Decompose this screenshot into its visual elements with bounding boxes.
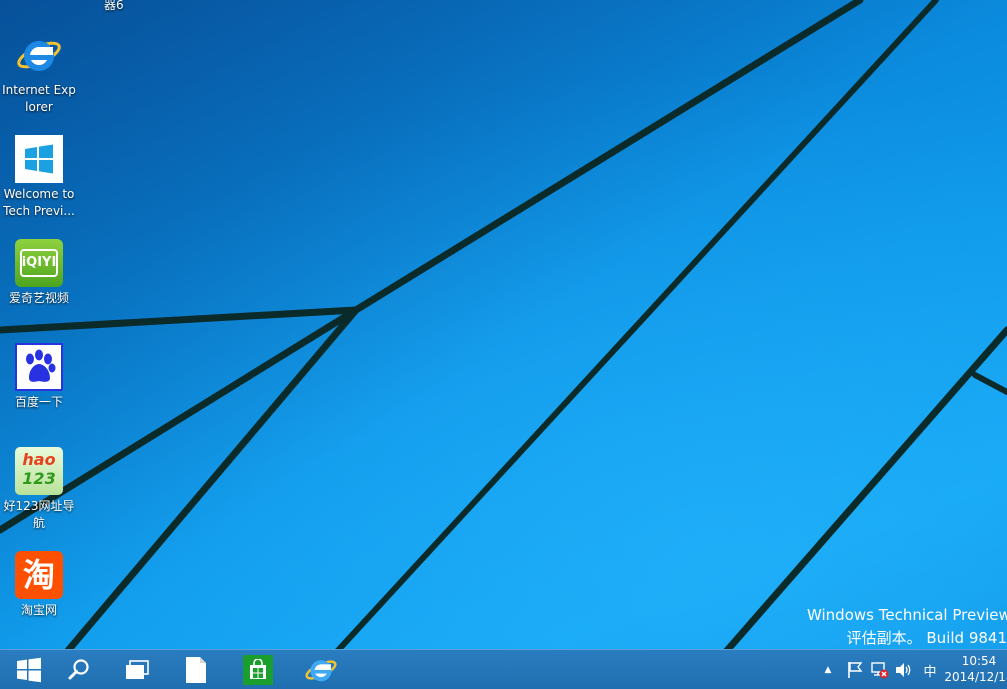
iqiyi-icon: iQIYI — [15, 239, 63, 287]
clock-date: 2014/12/18 — [944, 670, 1007, 684]
search-icon — [68, 658, 89, 679]
network-disconnected-icon[interactable] — [870, 660, 890, 680]
clock-time: 10:54 — [961, 654, 997, 668]
desktop-icon-welcome-tech-preview[interactable]: Welcome to Tech Previ... — [0, 135, 78, 220]
hao123-glyph-top: hao — [22, 450, 56, 469]
desktop-icon-taobao[interactable]: 淘 淘宝网 — [0, 551, 78, 619]
desktop-icon-label: 百度一下 — [14, 395, 63, 409]
taskbar[interactable]: ▲ 中 10:54 2014/12/18 — [0, 649, 1007, 689]
iqiyi-glyph-text: iQIYI — [21, 255, 57, 270]
file-icon — [186, 656, 206, 683]
watermark-line-2: 评估副本。 Build 9841 — [846, 629, 1007, 647]
windows-logo-icon — [17, 657, 41, 682]
hao123-glyph-bottom: 123 — [22, 469, 56, 488]
hao123-icon: hao 123 — [15, 447, 63, 495]
watermark-line-1: Windows Technical Preview — [807, 606, 1007, 624]
search-button[interactable] — [50, 650, 108, 689]
store-icon — [243, 654, 273, 685]
taobao-glyph-text: 淘 — [22, 556, 55, 594]
desktop-icon-hao123[interactable]: hao 123 好123网址导航 — [0, 447, 78, 532]
clock[interactable]: 10:54 2014/12/18 — [944, 653, 1007, 685]
task-view-button[interactable] — [108, 650, 166, 689]
ie-taskbar-button[interactable] — [292, 650, 350, 689]
desktop-icon-label: Welcome to Tech Previ... — [3, 187, 75, 218]
wallpaper-shade — [0, 0, 1007, 689]
desktop-icon-internet-explorer[interactable]: Internet Explorer — [0, 31, 78, 116]
desktop-icon-label: 爱奇艺视频 — [8, 291, 69, 305]
volume-icon[interactable] — [894, 660, 914, 680]
baidu-paw-icon — [15, 343, 63, 391]
desktop-icon-label-cut: 器6 — [104, 0, 124, 12]
windows-logo-icon — [15, 135, 63, 183]
input-method-indicator[interactable]: 中 — [920, 660, 940, 680]
internet-explorer-icon — [15, 31, 63, 79]
desktop[interactable]: 器6 Internet Explorer Welcome to Tech Pre… — [0, 0, 1007, 689]
desktop-icon-label: 好123网址导航 — [3, 499, 75, 530]
store-button[interactable] — [229, 650, 287, 689]
taobao-icon: 淘 — [15, 551, 63, 599]
wallpaper — [0, 0, 1007, 689]
desktop-icon-iqiyi[interactable]: iQIYI 爱奇艺视频 — [0, 239, 78, 307]
show-hidden-icons-button[interactable]: ▲ — [818, 660, 838, 680]
desktop-icon-label: Internet Explorer — [2, 83, 76, 114]
task-view-icon — [126, 659, 149, 679]
desktop-icon-baidu[interactable]: 百度一下 — [0, 343, 78, 411]
build-watermark: Windows Technical Preview 评估副本。 Build 98… — [807, 604, 1007, 650]
internet-explorer-icon — [305, 659, 337, 681]
desktop-icon-label: 淘宝网 — [20, 603, 57, 617]
action-center-flag-icon[interactable] — [845, 660, 865, 680]
file-explorer-button[interactable] — [167, 650, 225, 689]
